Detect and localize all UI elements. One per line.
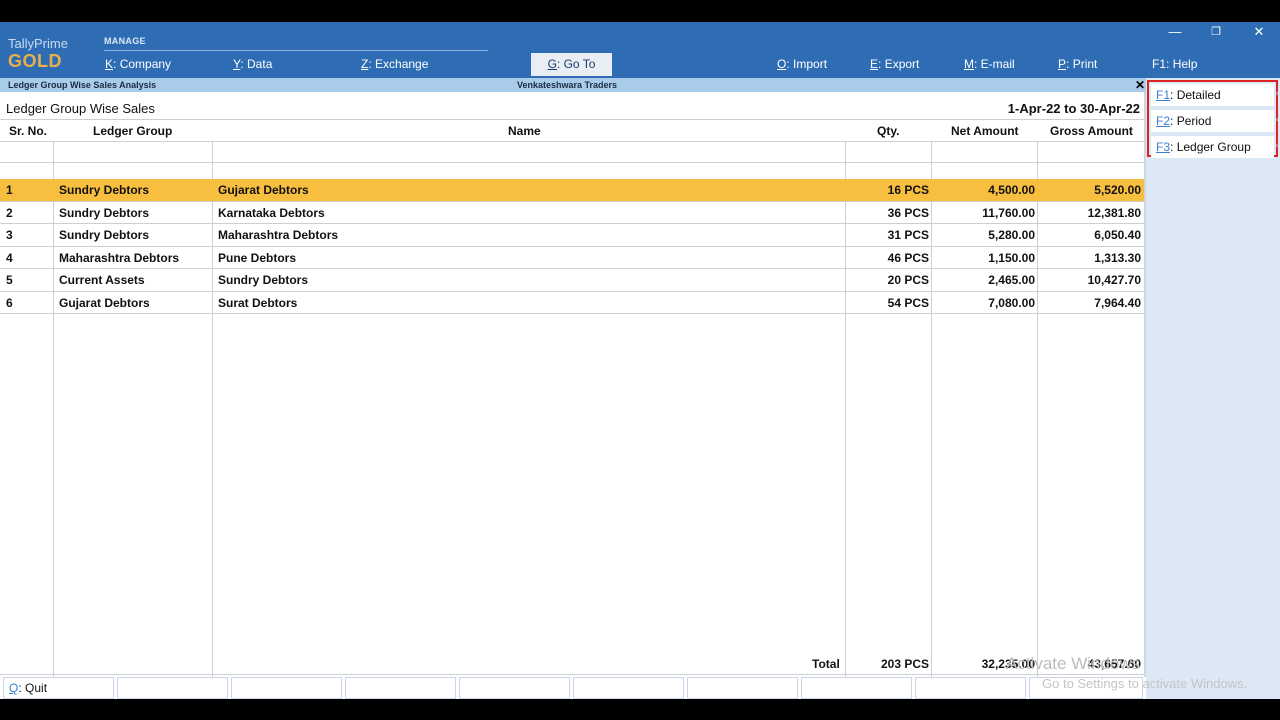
menu-import[interactable]: O: Import — [777, 57, 827, 71]
brand-edition: GOLD — [8, 51, 62, 71]
table-row[interactable]: 6 Gujarat Debtors Surat Debtors 54 PCS 7… — [0, 292, 1144, 314]
empty-button-slot — [915, 677, 1026, 699]
report-table: Ledger Group Wise Sales 1-Apr-22 to 30-A… — [0, 92, 1146, 677]
highlighted-button-group: F1: Detailed ‹ F2: Period ‹ F3: Ledger Gro… — [1147, 80, 1279, 158]
quit-button[interactable]: Q: Quit — [3, 677, 114, 699]
empty-button-slot — [801, 677, 912, 699]
report-title: Ledger Group Wise Sales — [6, 101, 155, 116]
company-name: Venkateshwara Traders — [517, 80, 618, 90]
divider — [0, 162, 1144, 163]
menu-print[interactable]: P: Print — [1058, 57, 1097, 71]
table-row[interactable]: 3 Sundry Debtors Maharashtra Debtors 31 … — [0, 224, 1144, 246]
period-button[interactable]: F2: Period ‹ — [1151, 110, 1279, 132]
header-net-amount: Net Amount — [951, 124, 1019, 138]
menu-email[interactable]: M: E-mail — [964, 57, 1015, 71]
report-name: Ledger Group Wise Sales Analysis — [8, 80, 157, 90]
empty-button-slot — [345, 677, 456, 699]
report-period[interactable]: 1-Apr-22 to 30-Apr-22 — [1008, 101, 1140, 116]
empty-button-slot — [573, 677, 684, 699]
totals-qty: 203 PCS — [880, 657, 929, 671]
bottom-button-bar: Q: Quit — [0, 677, 1146, 699]
right-button-panel: F1: Detailed ‹ F2: Period ‹ F3: Ledger Gro… — [1146, 78, 1280, 699]
table-row-selected[interactable]: 1 Sundry Debtors Gujarat Debtors 16 PCS … — [0, 179, 1144, 201]
report-header-strip: Ledger Group Wise Sales Analysis Venkate… — [0, 78, 1146, 92]
menu-exchange[interactable]: Z: Exchange — [361, 57, 428, 71]
menu-company[interactable]: K: Company — [105, 57, 171, 71]
restore-icon[interactable]: ❐ — [1206, 24, 1226, 40]
menu-section-divider — [104, 50, 488, 51]
table-row[interactable]: 4 Maharashtra Debtors Pune Debtors 46 PC… — [0, 247, 1144, 269]
minimize-icon[interactable]: — — [1165, 24, 1185, 40]
header-ledger-group: Ledger Group — [93, 124, 173, 138]
menu-section-label: MANAGE — [104, 36, 146, 46]
table-row[interactable]: 5 Current Assets Sundry Debtors 20 PCS 2… — [0, 269, 1144, 291]
divider — [0, 141, 1144, 142]
header-qty: Qty. — [877, 124, 900, 138]
detailed-button[interactable]: F1: Detailed ‹ — [1151, 84, 1279, 106]
menu-data[interactable]: Y: Data — [233, 57, 272, 71]
chevron-left-icon: ‹ — [1275, 140, 1279, 151]
table-row[interactable]: 2 Sundry Debtors Karnataka Debtors 36 PC… — [0, 202, 1144, 224]
header-sr-no: Sr. No. — [9, 124, 48, 138]
brand-name: TallyPrime — [8, 36, 68, 51]
chevron-left-icon: ‹ — [1275, 114, 1279, 125]
empty-button-slot — [231, 677, 342, 699]
totals-label: Total — [812, 657, 840, 671]
report-close-icon[interactable]: ✕ — [1135, 78, 1145, 92]
activation-watermark-text: Go to Settings to activate Windows. — [1042, 676, 1248, 691]
top-menu-bar: TallyPrime GOLD MANAGE K: Company Y: Dat… — [0, 22, 1280, 78]
empty-button-slot — [117, 677, 228, 699]
empty-button-slot — [687, 677, 798, 699]
menu-go-to[interactable]: G: Go To — [531, 53, 612, 76]
activation-watermark-title: Activate Windows — [1006, 654, 1141, 673]
ledger-group-button[interactable]: F3: Ledger Group ‹ — [1151, 136, 1279, 158]
menu-help[interactable]: F1: Help — [1152, 57, 1197, 71]
totals-row: Total 203 PCS 32,235.00 43,657.60 — [0, 654, 1144, 674]
header-name: Name — [508, 124, 541, 138]
totals-divider — [0, 674, 1144, 675]
close-icon[interactable]: ✕ — [1249, 24, 1269, 40]
header-gross-amount: Gross Amount — [1050, 124, 1133, 138]
tally-window: TallyPrime GOLD MANAGE K: Company Y: Dat… — [0, 22, 1280, 699]
divider — [0, 119, 1144, 120]
chevron-left-icon: ‹ — [1275, 88, 1279, 99]
menu-export[interactable]: E: Export — [870, 57, 919, 71]
empty-button-slot — [459, 677, 570, 699]
